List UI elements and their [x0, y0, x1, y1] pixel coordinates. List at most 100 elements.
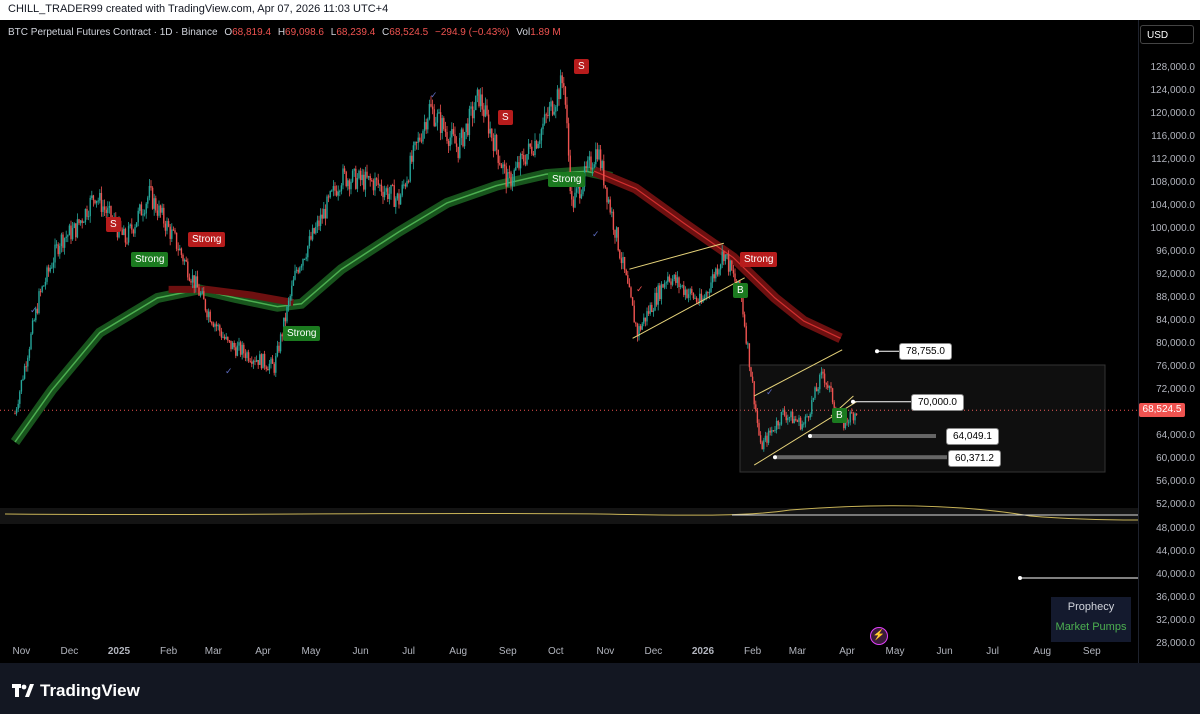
time-tick-label: Nov — [12, 646, 31, 657]
candle-body — [689, 289, 691, 295]
callout-78755: 78,755.0 — [899, 343, 952, 360]
candle-body — [75, 223, 77, 238]
candle-body — [243, 344, 245, 354]
candle-body — [140, 204, 143, 216]
time-tick-label: Mar — [204, 646, 223, 657]
candle-body — [502, 164, 504, 169]
time-tick-label: Dec — [60, 646, 79, 657]
candle-body — [54, 244, 56, 263]
candle-body — [591, 167, 594, 170]
candle-body — [57, 244, 59, 255]
candle-body — [153, 198, 155, 209]
candle-body — [279, 334, 282, 352]
candle-body — [540, 129, 543, 141]
candle-body — [91, 195, 93, 198]
candle-body — [145, 203, 147, 214]
candle-body — [339, 191, 341, 193]
price-tick-label: 32,000.0 — [1156, 614, 1195, 626]
price-tick-label: 104,000.0 — [1150, 199, 1196, 211]
callout-64049: 64,049.1 — [946, 428, 999, 445]
candle-body — [793, 418, 795, 424]
candle-body — [527, 143, 530, 155]
candle-body — [252, 360, 255, 364]
price-tick-label: 72,000.0 — [1156, 384, 1195, 396]
tradingview-logo[interactable]: TradingView — [12, 681, 140, 701]
candle-body — [367, 176, 370, 178]
candle-body — [361, 174, 363, 181]
candle-body — [692, 292, 695, 299]
candle-body — [164, 223, 167, 231]
candle-body — [475, 95, 477, 111]
candle-body — [507, 172, 509, 187]
candle-body — [585, 166, 587, 168]
candle-body — [492, 137, 495, 151]
candle-body — [260, 354, 263, 369]
candle-body — [247, 352, 250, 361]
chart-pane[interactable]: ✓ ✓ ✓ ✓ ✓ ✓ — [0, 20, 1139, 663]
candle-body — [289, 296, 291, 301]
candle-body — [284, 317, 287, 322]
candle-body — [820, 371, 823, 375]
candle-body — [206, 310, 208, 318]
candle-body — [667, 276, 669, 283]
candle-body — [599, 149, 602, 169]
price-tick-label: 36,000.0 — [1156, 591, 1195, 603]
candle-body — [275, 356, 277, 373]
candle-body — [302, 259, 304, 266]
candle-body — [471, 106, 474, 119]
symbol-label[interactable]: BTC Perpetual Futures Contract · 1D · Bi… — [8, 27, 218, 38]
candle-body — [681, 285, 683, 287]
time-axis[interactable]: Nov Dec 2025 Feb Mar Apr May Jun Jul Aug Sep Oct Nov… — [0, 643, 1138, 663]
candle-body — [734, 273, 736, 282]
candle-body — [483, 109, 485, 117]
candle-body — [510, 172, 512, 186]
candle-body — [388, 193, 391, 200]
candle-body — [193, 275, 195, 288]
candle-body — [524, 161, 527, 165]
candle-body — [822, 371, 824, 374]
indicator-legend[interactable]: Prophecy Market Pumps — [1051, 597, 1131, 642]
candle-body — [369, 176, 371, 181]
change-value: −294.9 (−0.43%) — [435, 27, 510, 38]
price-chart[interactable]: ✓ ✓ ✓ ✓ ✓ ✓ — [0, 20, 1139, 663]
candle-body — [644, 317, 647, 322]
candle-body — [52, 262, 55, 268]
market-pumps-label[interactable]: Market Pumps — [1051, 617, 1131, 637]
candle-body — [135, 222, 138, 228]
candle-body — [334, 186, 336, 191]
price-tick-label: 108,000.0 — [1150, 176, 1196, 188]
candle-body — [230, 340, 232, 350]
candle-body — [169, 226, 171, 239]
time-tick-label: May — [885, 646, 905, 657]
candle-body — [227, 336, 229, 341]
candle-body — [396, 193, 399, 199]
candle-body — [715, 268, 717, 279]
candle-body — [359, 170, 362, 181]
candle-body — [745, 326, 747, 344]
candle-body — [441, 118, 443, 134]
price-scale[interactable]: 128,000.0 124,000.0 120,000.0 116,000.0 112,… — [1138, 20, 1200, 663]
candle-body — [817, 389, 819, 392]
prophecy-label[interactable]: Prophecy — [1051, 597, 1131, 617]
candle-body — [612, 211, 615, 230]
candle-body — [233, 342, 235, 348]
candle-body — [14, 413, 16, 415]
candle-body — [81, 220, 83, 223]
candle-body — [67, 235, 69, 237]
candle-body — [196, 276, 199, 288]
candle-body — [156, 210, 159, 216]
candle-body — [335, 190, 338, 196]
candle-body — [356, 177, 359, 189]
candle-body — [769, 430, 771, 433]
candle-body — [308, 236, 311, 246]
candle-body — [47, 267, 50, 272]
flash-icon[interactable]: ⚡ — [870, 627, 888, 645]
time-tick-label: Feb — [159, 646, 178, 657]
currency-selector[interactable]: USD — [1140, 25, 1194, 44]
candle-body — [611, 211, 613, 213]
candle-body — [17, 403, 19, 410]
candle-body — [263, 353, 266, 367]
candle-body — [566, 104, 568, 124]
candle-body — [244, 353, 247, 359]
candle-body — [23, 366, 26, 379]
